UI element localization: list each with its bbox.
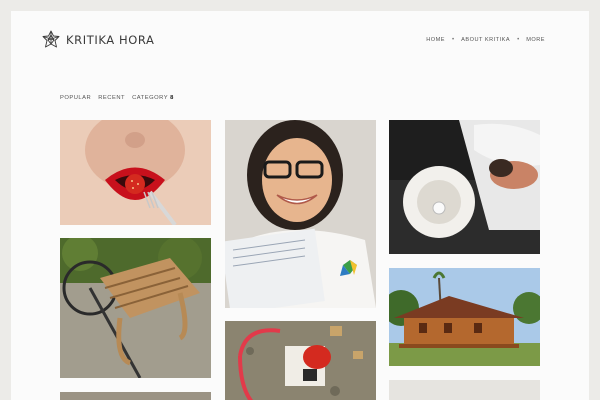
wooden-house-photo	[389, 268, 540, 366]
category-count: 8	[170, 95, 174, 101]
page-container: KRITIKA HORA HOME • ABOUT KRITIKA • MORE…	[11, 11, 589, 400]
nav-separator: •	[452, 37, 455, 43]
site-title[interactable]: KRITIKA HORA	[66, 33, 155, 47]
lips-eating-strawberry-photo	[60, 120, 211, 225]
geometric-star-logo-icon	[42, 30, 60, 48]
gallery-item-sled[interactable]	[60, 238, 211, 378]
filter-category-label: CATEGORY	[132, 95, 169, 101]
filter-category[interactable]: CATEGORY 8	[132, 95, 174, 101]
gallery-item-partial-3[interactable]	[389, 380, 540, 400]
sleeping-person-lamp-photo	[389, 120, 540, 254]
smiling-girl-glasses-photo	[225, 120, 376, 308]
nav-about-kritika[interactable]: ABOUT KRITIKA	[461, 37, 510, 43]
gallery-item-lips[interactable]	[60, 120, 211, 225]
nav-separator: •	[517, 37, 520, 43]
gallery-item-cassette[interactable]	[225, 321, 376, 400]
gallery-item-girl[interactable]	[225, 120, 376, 308]
partial-photo-1	[60, 392, 211, 400]
filter-recent[interactable]: RECENT	[98, 95, 125, 101]
wooden-sled-bicycle-photo	[60, 238, 211, 378]
filter-popular[interactable]: POPULAR	[60, 95, 91, 101]
gallery-item-sleeping[interactable]	[389, 120, 540, 254]
gallery-item-house[interactable]	[389, 268, 540, 366]
gallery-item-partial-1[interactable]	[60, 392, 211, 400]
main-nav: HOME • ABOUT KRITIKA • MORE	[426, 37, 545, 43]
partial-photo-3	[389, 380, 540, 400]
gallery-filters: POPULAR RECENT CATEGORY 8	[60, 95, 181, 101]
nav-home[interactable]: HOME	[426, 37, 445, 43]
red-cassette-toy-photo	[225, 321, 376, 400]
nav-more[interactable]: MORE	[526, 37, 545, 43]
site-logo[interactable]: KRITIKA HORA	[41, 30, 155, 50]
